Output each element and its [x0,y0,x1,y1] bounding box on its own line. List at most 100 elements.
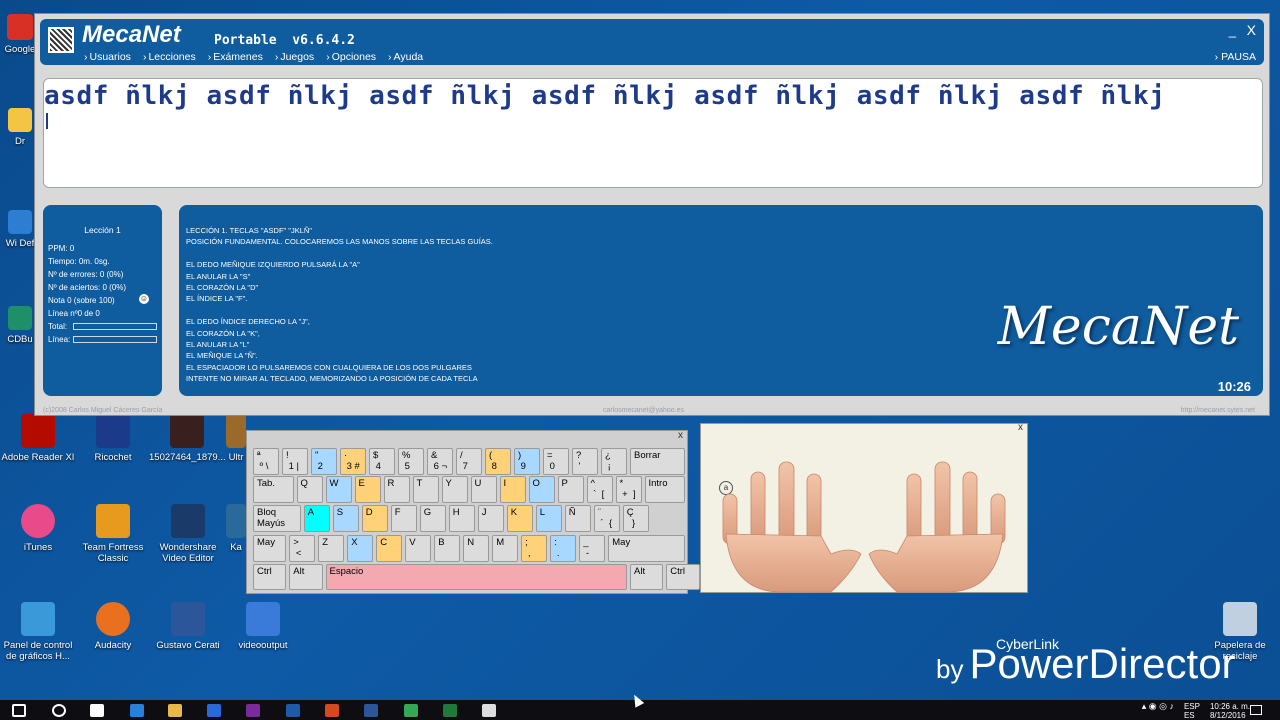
taskbar-app-icon[interactable] [90,704,104,717]
video-file-icon [246,602,280,636]
keyboard-key: H [448,505,475,532]
app-icon [226,414,246,448]
keyboard-key: May [608,535,685,562]
taskbar-app-icon[interactable] [168,704,182,717]
website-link[interactable]: http://mecanet.sytes.net [1181,407,1255,414]
keyboard-key: U [470,476,497,503]
pdf-icon [21,414,55,448]
language-sub: ES [1183,711,1195,720]
stat-line-count: Línea nº0 de 0 [48,309,100,318]
total-progress-bar [73,323,157,330]
menu-examenes[interactable]: Exámenes [208,51,263,63]
chrome-icon [7,14,33,40]
desktop-icon-intel-graphics[interactable]: Panel de control de gráficos H... [0,602,76,662]
typing-area[interactable]: asdf ñlkj asdf ñlkj asdf ñlkj asdf ñlkj … [43,78,1263,188]
desktop-icon-audacity[interactable]: Audacity [75,602,151,651]
desktop-icon-itunes[interactable]: iTunes [0,504,76,553]
copyright-text: (c)2008 Carlos Miguel Cáceres García [43,407,163,414]
taskbar-app-icon[interactable] [482,704,496,717]
keyboard-key: W [325,476,352,503]
tray-icons: ▴ ◉ ◎ ♪ [1141,701,1174,711]
desktop-icon-videooutput[interactable]: videooutput [225,602,301,651]
keyboard-key: I [499,476,526,503]
keyboard-key: $ 4 [369,448,395,475]
desktop-icon-adobe-reader[interactable]: Adobe Reader XI [0,414,76,463]
app-name: MecaNet [82,21,181,48]
keyboard-key: K [506,505,533,532]
pause-button[interactable]: PAUSA [1215,51,1256,63]
keyboard-key: Y [441,476,468,503]
keyboard-key: S [332,505,359,532]
contact-email[interactable]: carlosmecanet@yahoo.es [603,407,684,414]
desktop-icon-label: Ka [230,542,242,553]
desktop-icon-ricochet[interactable]: Ricochet [75,414,151,463]
taskbar-app-icon[interactable] [325,704,339,717]
keyboard-key: L [535,505,562,532]
taskbar-clock[interactable]: 10:26 a. m. 8/12/2016 [1210,702,1250,720]
keyboard-key: E [354,476,381,503]
desktop-icon-label: videooutput [238,640,288,651]
start-button-icon[interactable] [12,704,26,717]
desktop-icon-label: Panel de control de gráficos H... [3,640,73,662]
clock: 10:26 [1217,379,1251,394]
app-logo-icon [48,27,74,53]
menu-lecciones[interactable]: Lecciones [143,51,195,63]
desktop-icon-label: iTunes [23,542,53,553]
desktop-icon-label: Wondershare Video Editor [159,542,217,564]
language-indicator[interactable]: ESP ES [1184,702,1200,720]
menu-juegos[interactable]: Juegos [275,51,314,63]
menu-opciones[interactable]: Opciones [326,51,376,63]
taskbar-app-icon[interactable] [286,704,300,717]
lesson-instructions: LECCIÓN 1. TECLAS "ASDF" "JKLÑ" POSICIÓN… [186,226,493,384]
system-tray: ▴ ◉ ◎ ♪ ESP ES 10:26 a. m. 8/12/2016 [1142,702,1250,720]
taskbar-app-icon[interactable] [207,704,221,717]
taskbar-app-icon[interactable] [130,704,144,717]
stat-errors: Nº de errores: 0 (0%) [48,270,124,279]
watermark-by: by [936,654,964,684]
desktop-icon-ka[interactable]: Ka [226,504,246,553]
keyboard-key: Borrar [630,448,685,475]
keyboard-key: ( 8 [485,448,511,475]
taskbar-app-icon[interactable] [443,704,457,717]
keyboard-key: Alt [289,564,323,590]
menu-usuarios[interactable]: Usuarios [84,51,131,63]
video-editor-icon [171,504,205,538]
desktop-icon-wondershare[interactable]: Wondershare Video Editor [150,504,226,564]
stat-score: Nota 0 (sobre 100) [48,296,115,305]
app-icon [226,504,246,538]
hands-window: x a [700,422,1028,593]
keyboard-key: V [405,535,432,562]
left-hand-icon [722,461,862,593]
menu-ayuda[interactable]: Ayuda [388,51,424,63]
keyboard-key: X [347,535,374,562]
lesson-number: Lección 1 [84,225,121,235]
close-button[interactable]: X [1247,22,1256,38]
keyboard-key: N [463,535,490,562]
desktop-icon-ultra[interactable]: Ultr [226,414,246,463]
game-icon [96,504,130,538]
keyboard-close-button[interactable]: x [678,430,683,441]
keyboard-key: Q [296,476,323,503]
smiley-icon: ☺ [139,294,149,304]
image-file-icon [170,414,204,448]
word-document-icon [171,602,205,636]
taskbar-app-icon[interactable] [364,704,378,717]
search-icon[interactable] [52,704,66,717]
keyboard-key: Ç } [622,505,649,532]
desktop-icon-label: Audacity [94,640,132,651]
taskbar-app-icon[interactable] [404,704,418,717]
keyboard-key: : . [550,535,577,562]
desktop-icon-team-fortress[interactable]: Team Fortress Classic [75,504,151,564]
text-cursor [46,113,48,129]
desktop-icon-label: 15027464_1879... [149,452,226,463]
ricochet-icon [96,414,130,448]
keyboard-key: Z [318,535,345,562]
notifications-icon[interactable] [1250,705,1262,715]
desktop-icon-word-doc[interactable]: Gustavo Cerati [150,602,226,651]
taskbar-app-icon[interactable] [246,704,260,717]
desktop-icon-image-file[interactable]: 15027464_1879... [149,414,226,463]
music-note-icon [21,504,55,538]
minimize-button[interactable]: _ [1229,23,1236,38]
keyboard-key: O [528,476,555,503]
keyboard-key: & 6 ¬ [427,448,453,475]
